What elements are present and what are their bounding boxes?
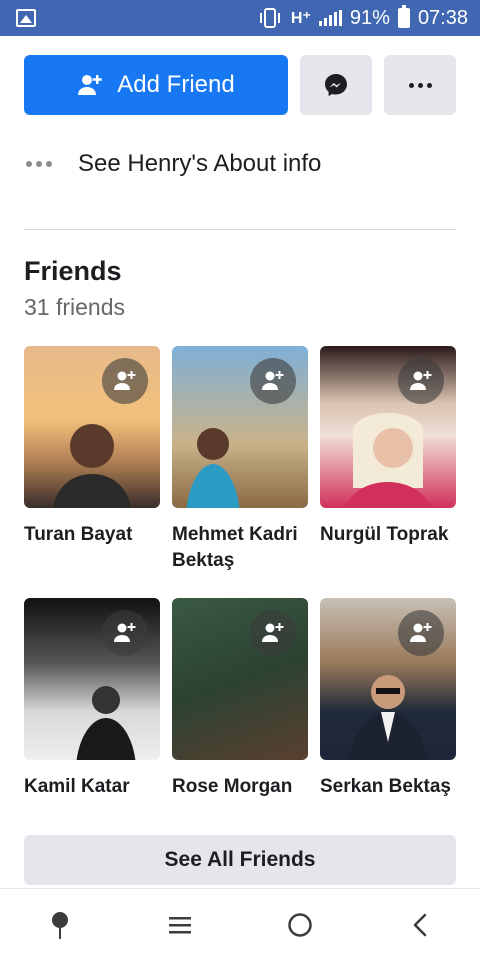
vibrate-icon — [257, 8, 283, 28]
friend-photo[interactable] — [24, 346, 160, 508]
about-info-row[interactable]: See Henry's About info — [26, 150, 321, 178]
more-icon — [408, 82, 432, 88]
see-all-friends-button[interactable]: See All Friends — [24, 835, 456, 885]
friend-card[interactable]: Rose Morgan — [172, 598, 308, 850]
pin-icon — [52, 911, 68, 939]
menu-icon — [169, 916, 191, 933]
friend-photo[interactable] — [24, 598, 160, 760]
add-friend-icon[interactable] — [398, 610, 444, 656]
friends-count[interactable]: 31 friends — [24, 294, 125, 321]
system-nav-bar — [0, 889, 480, 960]
menu-button[interactable] — [150, 895, 210, 955]
add-friend-icon[interactable] — [250, 610, 296, 656]
home-circle-icon — [288, 912, 312, 937]
add-friend-icon[interactable] — [398, 358, 444, 404]
messenger-icon — [325, 74, 347, 96]
pin-button[interactable] — [30, 895, 90, 955]
messenger-button[interactable] — [300, 55, 372, 115]
friend-photo[interactable] — [172, 346, 308, 508]
back-icon — [413, 913, 427, 936]
friend-card[interactable]: Turan Bayat — [24, 346, 160, 598]
friend-name[interactable]: Serkan Bektaş — [320, 774, 456, 800]
home-button[interactable] — [270, 895, 330, 955]
network-type: H⁺ — [290, 10, 311, 27]
add-friend-button[interactable]: Add Friend — [24, 55, 288, 115]
more-dots-icon — [26, 161, 52, 167]
add-friend-icon[interactable] — [102, 358, 148, 404]
battery-percent: 91% — [349, 6, 390, 29]
friend-name[interactable]: Kamil Katar — [24, 774, 160, 800]
signal-icon — [318, 10, 342, 26]
friend-name[interactable]: Nurgül Toprak — [320, 522, 456, 548]
more-button[interactable] — [384, 55, 456, 115]
add-friend-icon[interactable] — [102, 610, 148, 656]
friend-name[interactable]: Turan Bayat — [24, 522, 160, 548]
friend-photo[interactable] — [172, 598, 308, 760]
friend-name[interactable]: Rose Morgan — [172, 774, 308, 800]
friends-title: Friends — [24, 256, 122, 286]
profile-actions: Add Friend — [24, 55, 456, 115]
status-bar: H⁺ 91% 07:38 — [0, 0, 480, 36]
friend-photo[interactable] — [320, 346, 456, 508]
friend-photo[interactable] — [320, 598, 456, 760]
friend-card[interactable]: Serkan Bektaş — [320, 598, 456, 850]
clock: 07:38 — [417, 6, 468, 29]
friend-name[interactable]: Mehmet Kadri Bektaş — [172, 522, 308, 574]
friend-card[interactable]: Kamil Katar — [24, 598, 160, 850]
back-button[interactable] — [390, 895, 450, 955]
friend-card[interactable]: Nurgül Toprak — [320, 346, 456, 598]
friends-grid: Turan Bayat Mehmet Kadri Bektaş Nurgül T… — [24, 346, 456, 850]
add-person-icon — [78, 75, 103, 95]
divider — [24, 229, 456, 230]
friend-card[interactable]: Mehmet Kadri Bektaş — [172, 346, 308, 598]
add-friend-label: Add Friend — [117, 71, 235, 98]
battery-icon — [397, 5, 410, 28]
image-icon — [16, 9, 36, 27]
add-friend-icon[interactable] — [250, 358, 296, 404]
about-info-label: See Henry's About info — [78, 150, 322, 177]
